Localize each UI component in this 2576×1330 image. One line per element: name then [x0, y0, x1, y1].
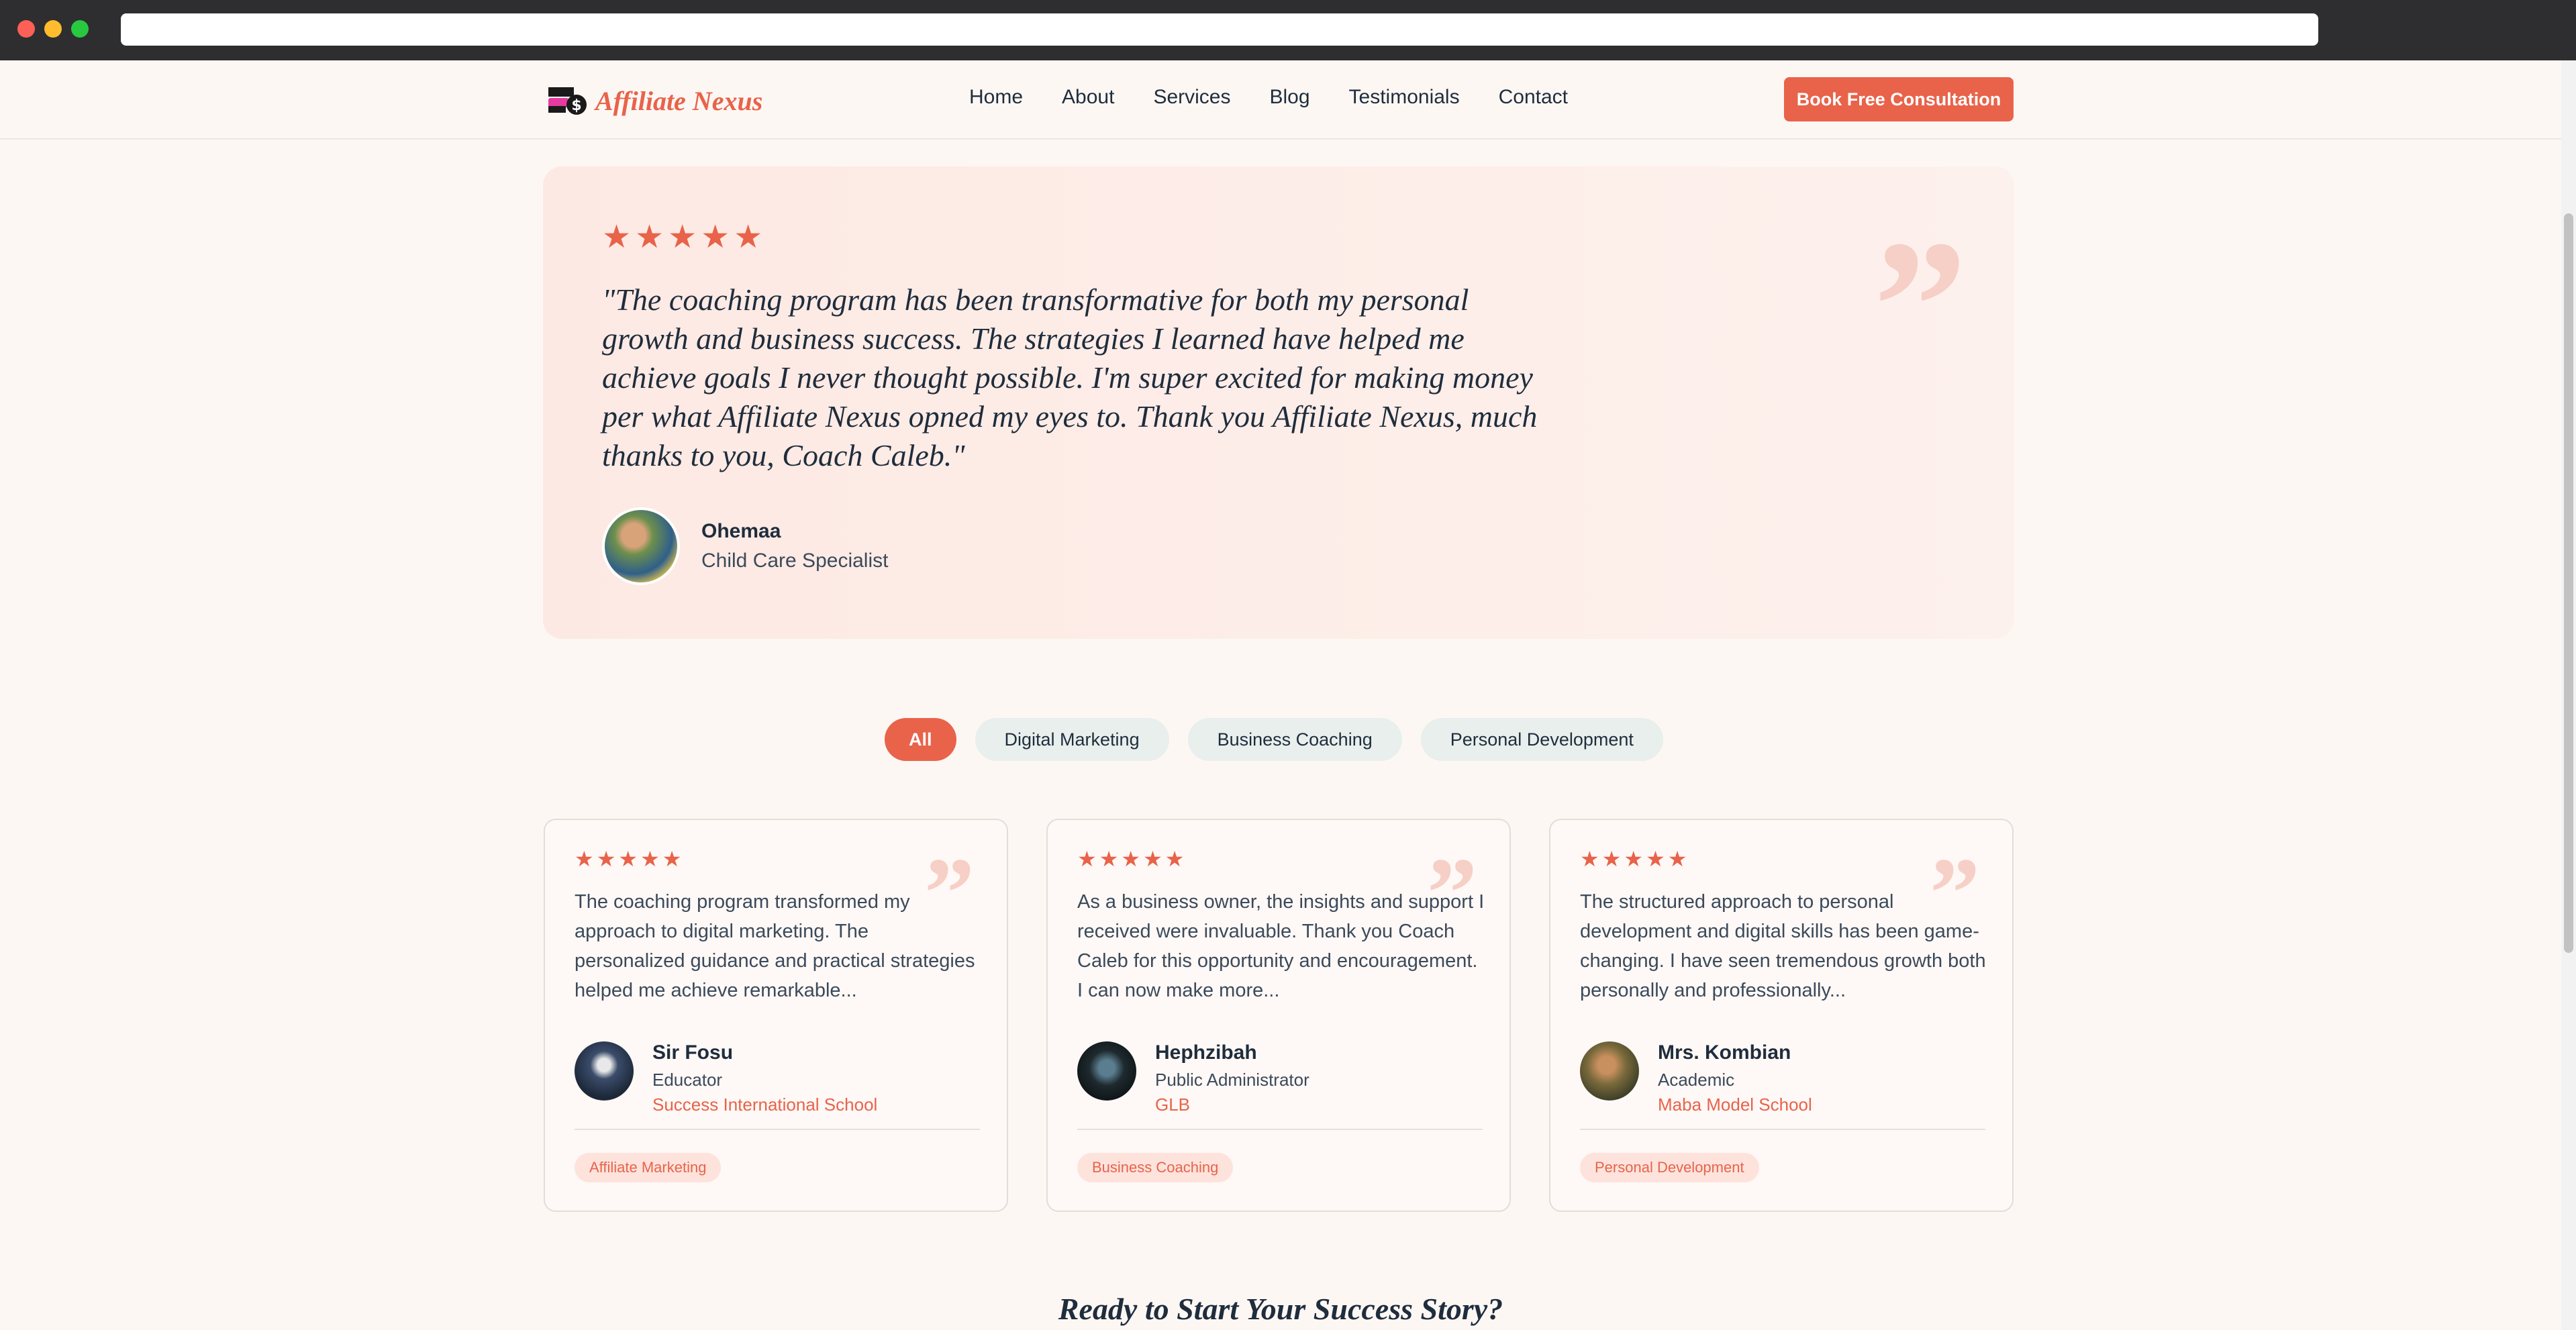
card-rating: ★ ★ ★ ★ ★ [1580, 848, 1689, 870]
star-icon: ★ [668, 219, 697, 255]
star-icon: ★ [1601, 847, 1622, 871]
svg-text:$: $ [571, 97, 581, 114]
star-icon: ★ [1667, 847, 1687, 871]
testimonial-card: ★ ★ ★ ★ ★ ” As a business owner, the insight… [1046, 819, 1511, 1212]
card-author: Mrs. Kombian Academic Maba Model School [1580, 1041, 1812, 1115]
category-tag: Affiliate Marketing [575, 1153, 722, 1182]
star-icon: ★ [640, 847, 660, 871]
star-icon: ★ [734, 219, 763, 255]
address-bar[interactable] [121, 13, 2318, 46]
star-icon: ★ [635, 219, 664, 255]
card-author: Hephzibah Public Administrator GLB [1077, 1041, 1309, 1115]
page-scrollbar[interactable] [2561, 60, 2576, 1330]
divider [1580, 1129, 1985, 1130]
star-icon: ★ [1099, 847, 1119, 871]
divider [575, 1129, 980, 1130]
featured-rating: ★ ★ ★ ★ ★ [602, 221, 766, 254]
filter-personal-development[interactable]: Personal Development [1420, 718, 1663, 761]
testimonial-filters: All Digital Marketing Business Coaching … [885, 718, 1682, 761]
author-organization: Success International School [652, 1094, 878, 1115]
quote-mark-icon: ” [1873, 201, 1967, 410]
author-name: Ohemaa [701, 520, 781, 542]
star-icon: ★ [1165, 847, 1185, 871]
avatar [602, 507, 680, 585]
card-rating: ★ ★ ★ ★ ★ [1077, 848, 1187, 870]
nav-blog[interactable]: Blog [1269, 86, 1309, 109]
author-organization: GLB [1155, 1094, 1191, 1115]
card-quote: The structured approach to personal deve… [1580, 891, 1986, 1001]
author-organization: Maba Model School [1658, 1094, 1812, 1115]
featured-author: Ohemaa Child Care Specialist [602, 507, 888, 585]
author-role: Academic [1658, 1070, 1735, 1090]
star-icon: ★ [1646, 847, 1665, 871]
author-name: Sir Fosu [652, 1041, 734, 1064]
avatar [1077, 1041, 1136, 1101]
category-tag: Business Coaching [1077, 1153, 1234, 1182]
avatar [575, 1041, 634, 1101]
window-maximize-button[interactable] [71, 20, 89, 38]
star-icon: ★ [662, 847, 682, 871]
star-icon: ★ [575, 847, 594, 871]
nav-home[interactable]: Home [969, 86, 1023, 109]
card-quote: The coaching program transformed my appr… [575, 891, 975, 1001]
card-rating: ★ ★ ★ ★ ★ [575, 848, 684, 870]
brand-logo[interactable]: $ Affiliate Nexus [547, 85, 762, 117]
star-icon: ★ [602, 219, 632, 255]
author-name: Hephzibah [1155, 1041, 1257, 1064]
avatar [1580, 1041, 1639, 1101]
star-icon: ★ [596, 847, 616, 871]
card-author: Sir Fosu Educator Success International … [575, 1041, 877, 1115]
filter-business-coaching[interactable]: Business Coaching [1187, 718, 1402, 761]
nav-services[interactable]: Services [1153, 86, 1230, 109]
author-role: Educator [652, 1070, 723, 1090]
logo-icon: $ [547, 85, 587, 117]
featured-testimonial: ★ ★ ★ ★ ★ ” "The coaching program has be… [543, 166, 2014, 639]
star-icon: ★ [618, 847, 638, 871]
featured-quote: "The coaching program has been transform… [602, 283, 1538, 472]
scrollbar-thumb[interactable] [2564, 213, 2573, 953]
testimonial-card: ★ ★ ★ ★ ★ ” The structured approach to perso… [1549, 819, 2014, 1212]
browser-chrome [0, 0, 2576, 60]
book-consultation-button[interactable]: Book Free Consultation [1784, 77, 2014, 121]
cta-section-heading: Ready to Start Your Success Story? [1058, 1292, 1503, 1326]
star-icon: ★ [1624, 847, 1644, 871]
nav-testimonials[interactable]: Testimonials [1349, 86, 1460, 109]
nav-contact[interactable]: Contact [1499, 86, 1568, 109]
category-tag: Personal Development [1580, 1153, 1759, 1182]
author-name: Mrs. Kombian [1658, 1041, 1791, 1064]
window-close-button[interactable] [17, 20, 35, 38]
filter-all[interactable]: All [885, 718, 956, 761]
brand-name: Affiliate Nexus [595, 85, 763, 116]
nav-about[interactable]: About [1062, 86, 1114, 109]
author-role: Public Administrator [1155, 1070, 1309, 1090]
star-icon: ★ [701, 219, 730, 255]
star-icon: ★ [1580, 847, 1599, 871]
card-quote: As a business owner, the insights and su… [1077, 891, 1485, 1001]
window-minimize-button[interactable] [44, 20, 62, 38]
star-icon: ★ [1143, 847, 1162, 871]
divider [1077, 1129, 1483, 1130]
author-role: Child Care Specialist [701, 550, 889, 572]
star-icon: ★ [1121, 847, 1141, 871]
star-icon: ★ [1077, 847, 1097, 871]
testimonial-card: ★ ★ ★ ★ ★ ” The coaching program transformed… [544, 819, 1008, 1212]
filter-digital-marketing[interactable]: Digital Marketing [975, 718, 1169, 761]
site-header: $ Affiliate Nexus Home About Services Bl… [0, 60, 2561, 140]
main-nav: Home About Services Blog Testimonials Co… [969, 86, 1607, 109]
